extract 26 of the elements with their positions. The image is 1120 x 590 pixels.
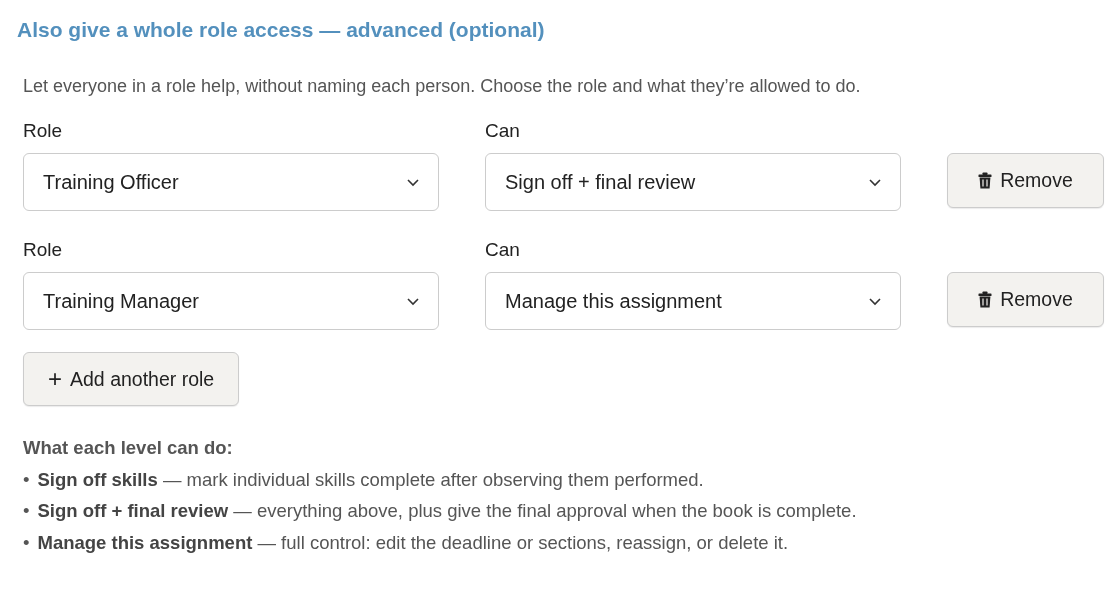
chevron-down-icon — [406, 177, 420, 187]
help-title: What each level can do: — [23, 436, 234, 460]
permission-dropdown[interactable]: Sign off + final review — [485, 153, 901, 211]
role-label: Role — [23, 239, 64, 261]
remove-button[interactable]: Remove — [947, 153, 1104, 208]
permission-label: Can — [485, 239, 521, 261]
section-heading: Also give a whole role access — advanced (optional) — [17, 18, 546, 42]
chevron-down-icon — [868, 177, 882, 187]
chevron-down-icon — [406, 296, 420, 306]
role-dropdown[interactable]: Training Manager — [23, 272, 439, 330]
bullet: • — [23, 530, 30, 555]
trash-icon — [978, 291, 993, 308]
permission-label: Can — [485, 120, 521, 142]
help-text: Manage this assignment — full control: edit the deadline or sections, reassign, or delete it. — [37, 530, 789, 555]
bullet: • — [23, 467, 30, 492]
chevron-down-icon — [868, 296, 882, 306]
trash-icon — [978, 172, 993, 189]
bullet: • — [23, 499, 30, 523]
add-role-button[interactable]: + Add another role — [23, 352, 240, 406]
role-dropdown[interactable]: Training Officer — [23, 153, 439, 211]
remove-button[interactable]: Remove — [947, 272, 1104, 327]
help-text: Sign off skills — mark individual skills complete after observing them performed. — [37, 467, 704, 492]
role-label: Role — [23, 120, 64, 142]
permission-dropdown[interactable]: Manage this assignment — [485, 272, 901, 330]
help-text: Sign off + final review — everything above, plus give the final approval when the book is complete. — [37, 499, 857, 523]
description-text: Let everyone in a role help, without naming each person. Choose the role and what they’re allowed to do. — [23, 76, 862, 97]
